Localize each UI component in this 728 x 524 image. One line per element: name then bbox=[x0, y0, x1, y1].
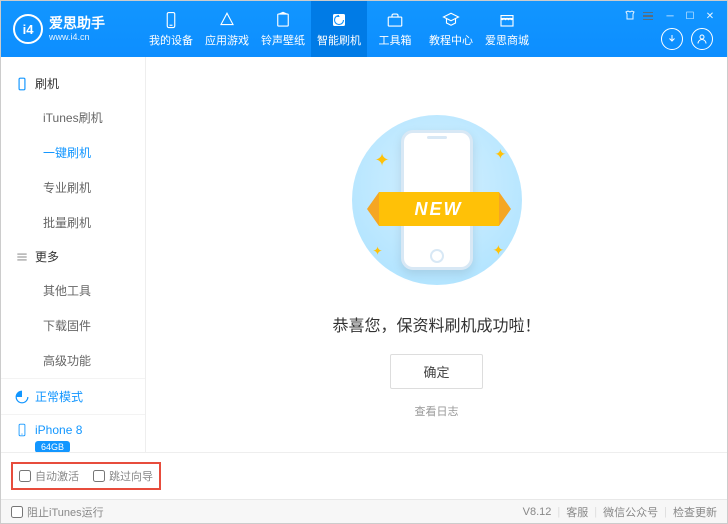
close-button[interactable]: ✕ bbox=[703, 11, 717, 22]
sidebar-item-batch-flash[interactable]: 批量刷机 bbox=[17, 205, 145, 240]
success-message: 恭喜您，保资料刷机成功啦！ bbox=[332, 312, 540, 336]
sidebar-item-pro-flash[interactable]: 专业刷机 bbox=[17, 170, 145, 205]
app-window: i4 爱思助手 www.i4.cn 我的设备 应用游戏 铃声壁纸 智能刷机 bbox=[0, 0, 728, 524]
nav-tutorial[interactable]: 教程中心 bbox=[423, 1, 479, 57]
checkbox-label: 跳过向导 bbox=[109, 468, 153, 484]
new-ribbon: NEW bbox=[367, 192, 511, 226]
nav-my-device[interactable]: 我的设备 bbox=[143, 1, 199, 57]
version-label: V8.12 bbox=[523, 506, 552, 518]
download-button[interactable] bbox=[661, 28, 683, 50]
nav-label: 我的设备 bbox=[149, 32, 193, 48]
sidebar-item-oneclick-flash[interactable]: 一键刷机 bbox=[17, 135, 145, 170]
success-illustration: ✦ ✦ ✦ ✦ NEW bbox=[337, 110, 537, 290]
nav-label: 爱思商城 bbox=[485, 32, 529, 48]
store-icon bbox=[498, 11, 516, 29]
maximize-button[interactable]: ☐ bbox=[683, 11, 697, 22]
skip-guide-checkbox[interactable]: 跳过向导 bbox=[93, 468, 153, 484]
sparkle-icon: ✦ bbox=[375, 150, 390, 171]
ringtone-icon bbox=[274, 11, 292, 29]
sidebar-item-other-tools[interactable]: 其他工具 bbox=[17, 273, 145, 308]
footer-link-support[interactable]: 客服 bbox=[566, 504, 588, 520]
minimize-button[interactable]: ─ bbox=[663, 11, 677, 22]
block-itunes-checkbox[interactable]: 阻止iTunes运行 bbox=[11, 504, 104, 520]
header: i4 爱思助手 www.i4.cn 我的设备 应用游戏 铃声壁纸 智能刷机 bbox=[1, 1, 727, 57]
mode-normal[interactable]: 正常模式 bbox=[1, 378, 145, 414]
main-content: ✦ ✦ ✦ ✦ NEW 恭喜您，保资料刷机成功啦！ 确定 查看日志 bbox=[146, 57, 727, 452]
sidebar-item-advanced[interactable]: 高级功能 bbox=[17, 343, 145, 378]
ok-button[interactable]: 确定 bbox=[390, 354, 482, 389]
nav-label: 工具箱 bbox=[379, 32, 412, 48]
logo[interactable]: i4 爱思助手 www.i4.cn bbox=[13, 14, 143, 44]
checkbox-label: 阻止iTunes运行 bbox=[27, 504, 104, 520]
sidebar-item-download-firmware[interactable]: 下载固件 bbox=[17, 308, 145, 343]
sidebar-group-more[interactable]: 更多 bbox=[1, 240, 145, 273]
group-title: 刷机 bbox=[35, 75, 59, 92]
top-nav: 我的设备 应用游戏 铃声壁纸 智能刷机 工具箱 教程中心 bbox=[143, 1, 535, 57]
footer-link-update[interactable]: 检查更新 bbox=[673, 504, 717, 520]
nav-label: 智能刷机 bbox=[317, 32, 361, 48]
device-icon bbox=[162, 11, 180, 29]
nav-store[interactable]: 爱思商城 bbox=[479, 1, 535, 57]
nav-label: 铃声壁纸 bbox=[261, 32, 305, 48]
toolbox-icon bbox=[386, 11, 404, 29]
sparkle-icon: ✦ bbox=[373, 244, 383, 258]
logo-icon: i4 bbox=[13, 14, 43, 44]
status-bar: 阻止iTunes运行 V8.12 | 客服 | 微信公众号 | 检查更新 bbox=[1, 499, 727, 523]
auto-activate-checkbox[interactable]: 自动激活 bbox=[19, 468, 79, 484]
shirt-icon[interactable] bbox=[623, 9, 637, 24]
nav-label: 教程中心 bbox=[429, 32, 473, 48]
nav-toolbox[interactable]: 工具箱 bbox=[367, 1, 423, 57]
user-button[interactable] bbox=[691, 28, 713, 50]
sidebar-item-itunes-flash[interactable]: iTunes刷机 bbox=[17, 100, 145, 135]
device-name-label: iPhone 8 bbox=[35, 423, 82, 437]
window-controls: ─ ☐ ✕ bbox=[623, 9, 717, 24]
checkbox-label: 自动激活 bbox=[35, 468, 79, 484]
sidebar-group-flash[interactable]: 刷机 bbox=[1, 67, 145, 100]
apps-icon bbox=[218, 11, 236, 29]
nav-label: 应用游戏 bbox=[205, 32, 249, 48]
flash-icon bbox=[330, 11, 348, 29]
highlight-box: 自动激活 跳过向导 bbox=[11, 462, 161, 490]
view-log-link[interactable]: 查看日志 bbox=[415, 403, 459, 419]
menu-icon[interactable] bbox=[643, 12, 657, 21]
mode-label: 正常模式 bbox=[35, 388, 83, 405]
nav-apps[interactable]: 应用游戏 bbox=[199, 1, 255, 57]
header-right: ─ ☐ ✕ bbox=[623, 9, 721, 50]
body: 刷机 iTunes刷机 一键刷机 专业刷机 批量刷机 更多 其他工具 下载固件 … bbox=[1, 57, 727, 452]
sidebar: 刷机 iTunes刷机 一键刷机 专业刷机 批量刷机 更多 其他工具 下载固件 … bbox=[1, 57, 146, 452]
bottom-options: 自动激活 跳过向导 bbox=[1, 452, 727, 499]
nav-ringtone[interactable]: 铃声壁纸 bbox=[255, 1, 311, 57]
tutorial-icon bbox=[442, 11, 460, 29]
sparkle-icon: ✦ bbox=[493, 242, 505, 259]
group-title: 更多 bbox=[35, 248, 59, 265]
nav-smart-flash[interactable]: 智能刷机 bbox=[311, 1, 367, 57]
brand-title: 爱思助手 bbox=[49, 16, 105, 30]
sparkle-icon: ✦ bbox=[495, 146, 507, 163]
footer-link-wechat[interactable]: 微信公众号 bbox=[603, 504, 658, 520]
brand-subtitle: www.i4.cn bbox=[49, 32, 105, 42]
